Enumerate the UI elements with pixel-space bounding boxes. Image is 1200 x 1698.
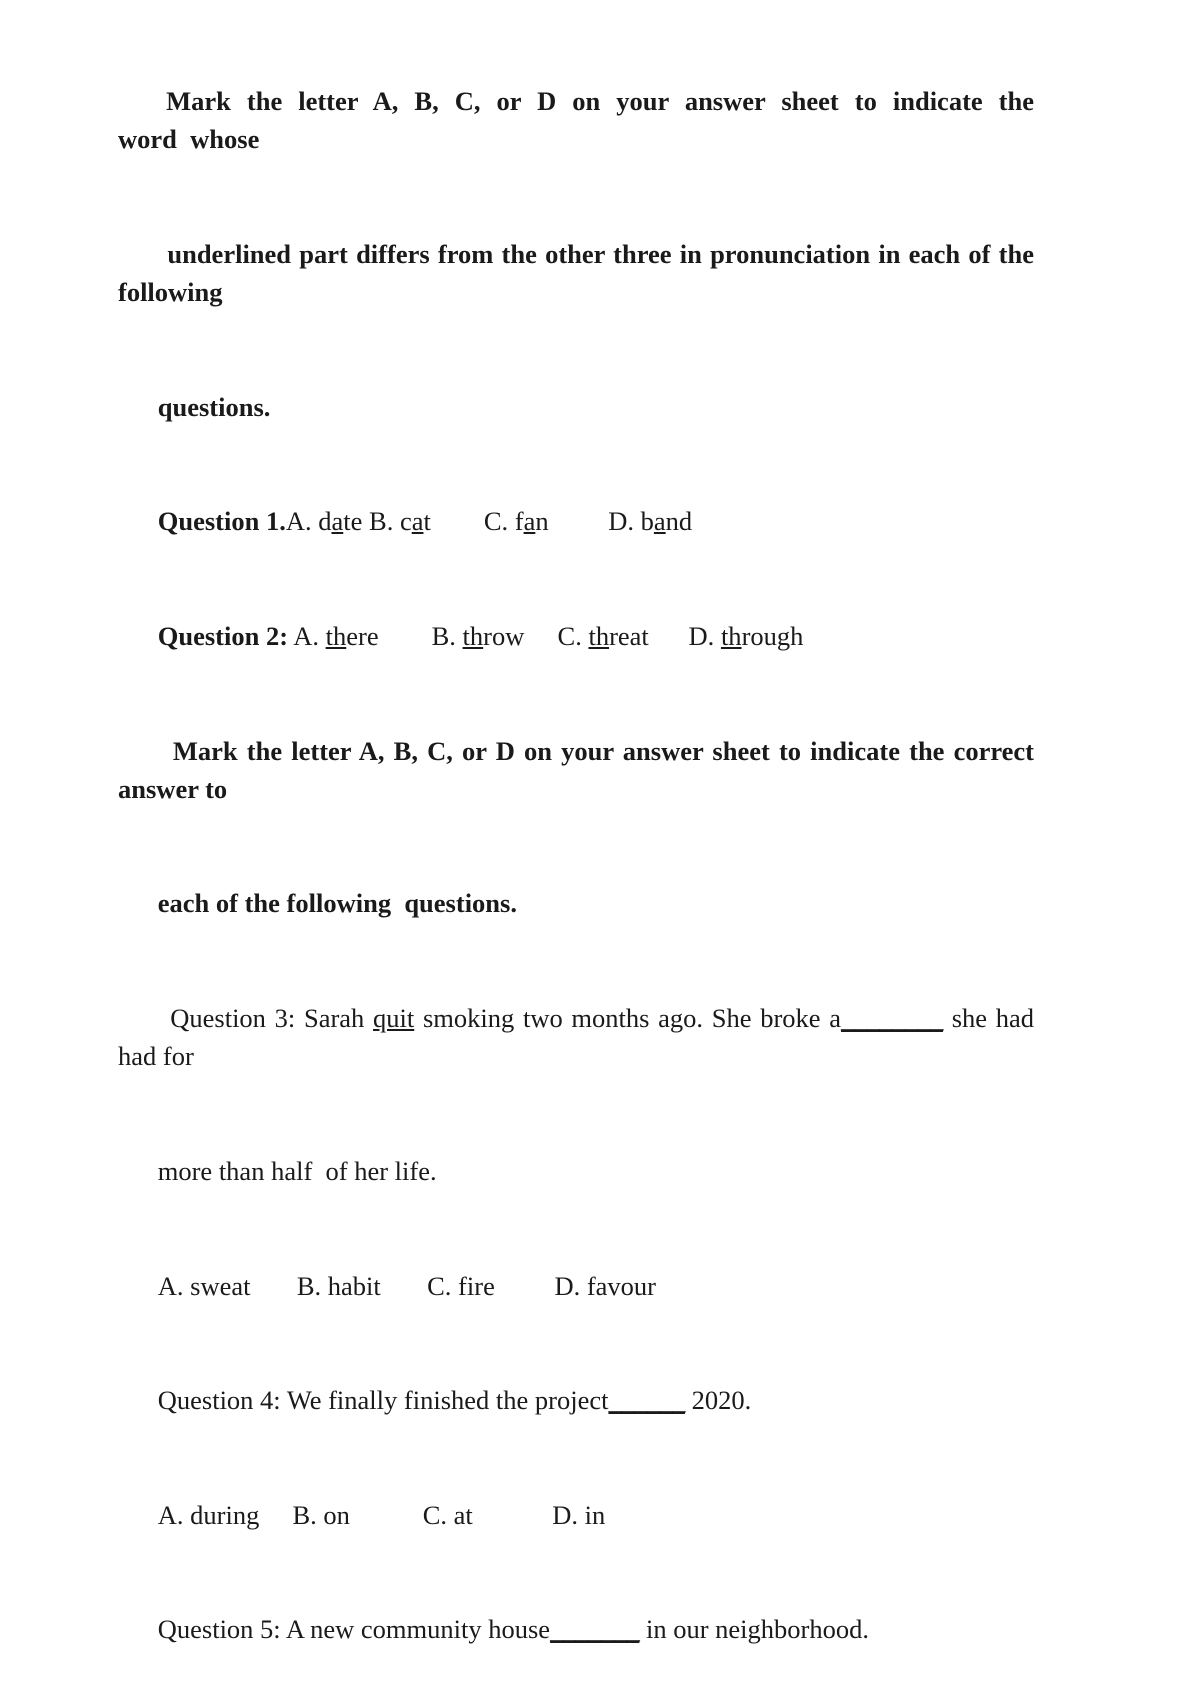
question-1-option-b-post: t <box>423 506 431 537</box>
question-2-option-c-underline: th <box>588 621 610 652</box>
question-1-option-a-underline: a <box>331 506 344 537</box>
question-1-gap-2 <box>549 506 609 536</box>
question-4-options-text: A. during B. on C. at D. in <box>157 1499 606 1530</box>
heading-pronunciation-line1: Mark the letter A, B, C, or D on your an… <box>118 44 1034 197</box>
heading-pronunciation-line3: questions. <box>118 350 1034 465</box>
question-1-option-d-pre: D. b <box>608 506 654 537</box>
question-5-line: Question 5: A new community house_______… <box>118 1572 1034 1687</box>
question-2-option-c-post: reat <box>609 621 649 652</box>
question-3-stem-line2: more than half of her life. <box>157 1155 437 1186</box>
question-2-option-d-pre: D. <box>688 621 721 652</box>
document-body: Mark the letter A, B, C, or D on your an… <box>118 44 1034 1698</box>
question-2-gap-3 <box>649 621 689 651</box>
question-3-line1: Question 3: Sarah quit smoking two month… <box>118 961 1034 1114</box>
question-2-option-b-pre: B. <box>431 621 463 652</box>
question-5-options: A.built B.is building C. has built D. wa… <box>118 1687 1034 1698</box>
question-2-gap-2 <box>524 621 557 651</box>
question-1-option-c-underline: a <box>523 506 536 537</box>
question-4-options: A. during B. on C. at D. in <box>118 1458 1034 1573</box>
question-2-option-d-post: rough <box>741 621 804 652</box>
question-3-options: A. sweat B. habit C. fire D. favour <box>118 1228 1034 1343</box>
question-2-option-a-underline: th <box>325 621 347 652</box>
question-2-option-b-underline: th <box>462 621 484 652</box>
question-5-blank: _______ <box>550 1614 640 1645</box>
question-2-option-d-underline: th <box>720 621 742 652</box>
heading-correct-answer-line1: Mark the letter A, B, C, or D on your an… <box>118 693 1034 846</box>
question-2-gap-1 <box>379 621 432 651</box>
question-2-option-a-pre: A. <box>288 621 326 652</box>
question-1-option-a-pre: A. d <box>285 506 332 537</box>
question-1-gap-1 <box>431 506 484 536</box>
question-5-stem-pre: Question 5: A new community house <box>157 1614 551 1645</box>
question-4-stem-pre: Question 4: We finally finished the proj… <box>157 1385 609 1416</box>
question-2-option-a-post: ere <box>346 621 379 652</box>
heading-pronunciation-line2: underlined part differs from the other t… <box>118 197 1034 350</box>
heading-pronunciation-text-2: underlined part differs from the other t… <box>118 239 1041 308</box>
question-2-option-c-pre: C. <box>557 621 589 652</box>
question-3-blank: ________ <box>841 1003 944 1034</box>
question-3-line2: more than half of her life. <box>118 1114 1034 1229</box>
question-1-option-a-post: te B. c <box>343 506 412 537</box>
heading-pronunciation-text-1: Mark the letter A, B, C, or D on your an… <box>118 86 1048 155</box>
heading-correct-answer-line2: each of the following questions. <box>118 846 1034 961</box>
question-4-line: Question 4: We finally finished the proj… <box>118 1343 1034 1458</box>
question-3-options-text: A. sweat B. habit C. fire D. favour <box>157 1270 657 1301</box>
question-1-option-c-post: n <box>535 506 549 537</box>
document-page: Mark the letter A, B, C, or D on your an… <box>0 0 1200 1698</box>
question-1-option-d-post: nd <box>665 506 693 537</box>
question-1-option-b-underline: a <box>411 506 424 537</box>
question-3-stem-mid: smoking two months ago. She broke a <box>414 1003 842 1034</box>
question-1-option-d-underline: a <box>653 506 666 537</box>
question-2-line: Question 2: A. there B. throw C. threat … <box>118 579 1034 694</box>
question-2-label: Question 2: <box>157 621 289 652</box>
heading-pronunciation-text-3: questions. <box>157 391 271 422</box>
question-4-blank: ______ <box>608 1385 685 1416</box>
question-1-line: Question 1.A. date B. cat C. fan D. band <box>118 464 1034 579</box>
question-1-option-c-pre: C. f <box>483 506 524 537</box>
question-2-option-b-post: row <box>483 621 525 652</box>
heading-correct-answer-text-2: each of the following questions. <box>157 888 517 919</box>
question-3-underlined-word: quit <box>373 1003 415 1034</box>
heading-correct-answer-text-1: Mark the letter A, B, C, or D on your an… <box>118 735 1041 804</box>
question-4-stem-post: 2020. <box>684 1385 752 1416</box>
question-1-label: Question 1. <box>157 506 286 537</box>
question-3-stem-pre: Question 3: Sarah <box>170 1003 374 1034</box>
question-5-stem-post: in our neighborhood. <box>639 1614 869 1645</box>
